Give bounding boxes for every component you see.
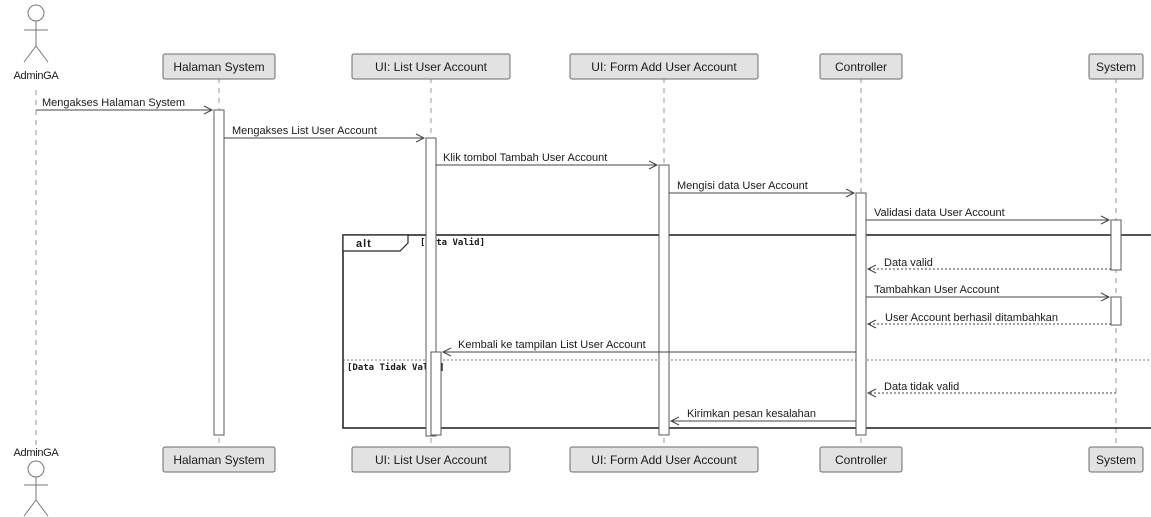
actor-admin-top: AdminGA xyxy=(14,4,60,82)
participant-form-bottom: UI: Form Add User Account xyxy=(569,446,759,473)
participant-label: System xyxy=(1096,453,1136,467)
participant-label: Halaman System xyxy=(173,60,264,74)
participant-system-top: System xyxy=(1088,53,1144,80)
participant-controller-bottom: Controller xyxy=(819,446,903,473)
message-label: Mengakses List User Account xyxy=(232,125,377,137)
stick-figure-icon xyxy=(23,460,49,517)
participant-halaman-bottom: Halaman System xyxy=(162,446,276,473)
participant-list-bottom: UI: List User Account xyxy=(351,446,511,473)
actor-admin-bottom: AdminGA xyxy=(14,447,60,517)
participant-label: Halaman System xyxy=(173,453,264,467)
alt-operator: alt xyxy=(356,238,372,250)
message-label: Data tidak valid xyxy=(884,381,959,393)
activation-system-2 xyxy=(1110,296,1122,326)
alt-fragment xyxy=(342,234,1151,429)
participant-label: UI: List User Account xyxy=(375,60,488,74)
message-4: Mengisi data User Account xyxy=(669,180,856,198)
activation-halaman xyxy=(213,109,225,436)
activation-system-1 xyxy=(1110,219,1122,271)
message-1: Mengakses Halaman System xyxy=(36,97,214,115)
activation-list-return xyxy=(430,351,442,436)
message-3: Klik tombol Tambah User Account xyxy=(436,152,659,170)
participant-label: UI: Form Add User Account xyxy=(591,60,737,74)
message-label: Tambahkan User Account xyxy=(874,284,999,296)
participant-halaman-top: Halaman System xyxy=(162,53,276,80)
message-10: Data tidak valid xyxy=(866,381,1116,398)
message-6: Data valid xyxy=(866,257,1111,274)
message-7: Tambahkan User Account xyxy=(866,284,1111,302)
message-label: Data valid xyxy=(884,257,933,269)
participant-label: System xyxy=(1096,60,1136,74)
stick-figure-icon xyxy=(23,4,49,63)
message-11: Kirimkan pesan kesalahan xyxy=(669,408,856,426)
activation-form xyxy=(658,164,670,436)
participant-form-top: UI: Form Add User Account xyxy=(569,53,759,80)
message-label: Validasi data User Account xyxy=(874,207,1005,219)
participant-controller-top: Controller xyxy=(819,53,903,80)
sequence-diagram: alt [Data Valid] [Data Tidak Valid] Meng… xyxy=(14,4,1151,517)
alt-tab xyxy=(342,234,409,252)
message-label: User Account berhasil ditambahkan xyxy=(885,312,1058,324)
participant-label: UI: Form Add User Account xyxy=(591,453,737,467)
message-5: Validasi data User Account xyxy=(866,207,1111,225)
actor-label: AdminGA xyxy=(14,70,60,82)
message-8: User Account berhasil ditambahkan xyxy=(866,312,1111,329)
message-9: Kembali ke tampilan List User Account xyxy=(441,339,856,357)
participant-label: UI: List User Account xyxy=(375,453,488,467)
participant-label: Controller xyxy=(835,453,887,467)
message-label: Kirimkan pesan kesalahan xyxy=(687,408,816,420)
activation-controller xyxy=(855,192,867,436)
message-label: Mengisi data User Account xyxy=(677,180,808,192)
message-label: Klik tombol Tambah User Account xyxy=(443,152,607,164)
message-label: Kembali ke tampilan List User Account xyxy=(458,339,646,351)
message-2: Mengakses List User Account xyxy=(224,125,426,143)
participant-label: Controller xyxy=(835,60,887,74)
participant-list-top: UI: List User Account xyxy=(351,53,511,80)
participant-system-bottom: System xyxy=(1088,446,1144,473)
actor-label: AdminGA xyxy=(14,447,60,459)
message-label: Mengakses Halaman System xyxy=(42,97,185,109)
